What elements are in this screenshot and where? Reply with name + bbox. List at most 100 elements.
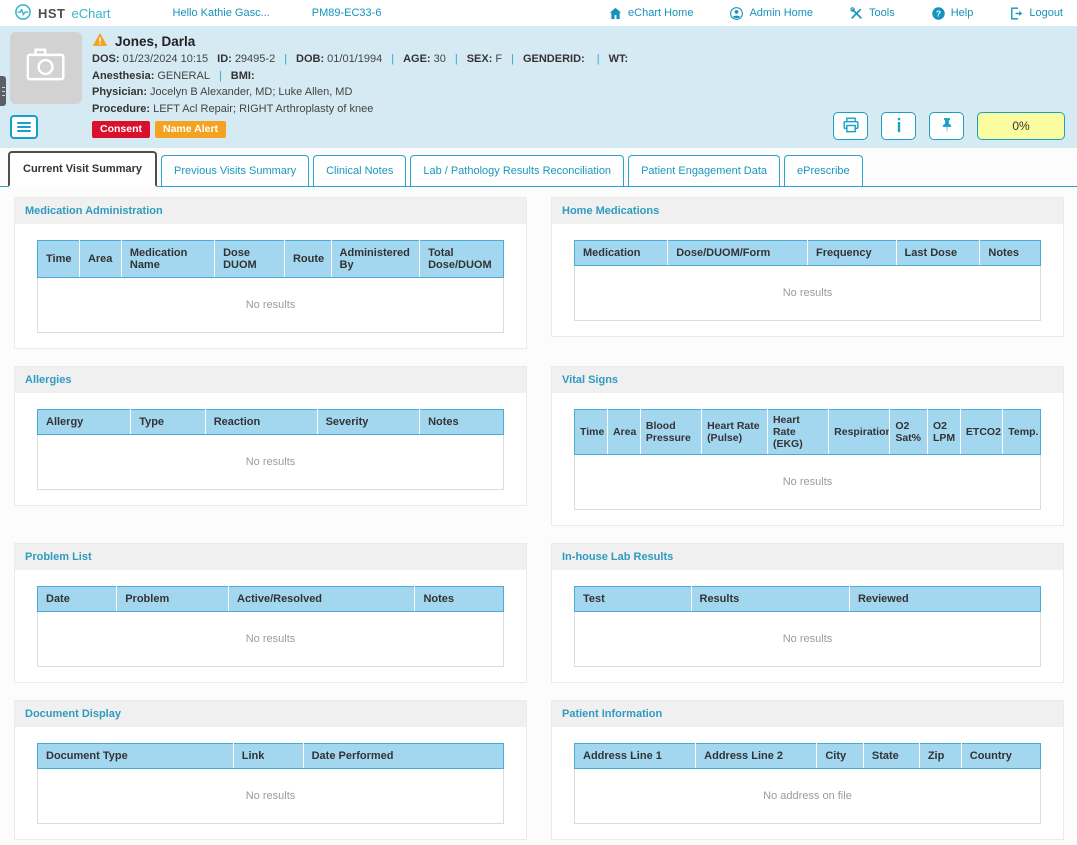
panel-problem-list: Problem List DateProblemActive/ResolvedNo… [14, 543, 527, 683]
panel-title-problem-list: Problem List [15, 544, 526, 570]
panel-document-display: Document DisplayDocument TypeLinkDate Pe… [14, 700, 527, 840]
column-header-address-line-2: Address Line 2 [696, 744, 817, 769]
empty-row: No results [38, 769, 504, 824]
info-button[interactable] [881, 112, 916, 140]
warning-triangle-icon[interactable] [92, 32, 108, 50]
physician-value: Jocelyn B Alexander, MD; Luke Allen, MD [150, 86, 352, 98]
nav-logout-label: Logout [1029, 7, 1063, 19]
table-header-row: DateProblemActive/ResolvedNotes [38, 587, 504, 612]
field-value: GENERAL [157, 70, 210, 82]
tab-current-visit-summary[interactable]: Current Visit Summary [8, 151, 157, 187]
empty-message: No results [38, 612, 504, 667]
empty-row: No results [38, 278, 504, 333]
field-label: DOS: [92, 53, 120, 65]
field-anesthesia: Anesthesia:GENERAL [92, 70, 210, 82]
nav-echart-home-label: eChart Home [628, 7, 693, 19]
top-navigation: eChart Home Admin Home To [608, 6, 1063, 21]
table-in-house-lab-results: TestResultsReviewedNo results [574, 586, 1041, 667]
column-header-route: Route [284, 241, 331, 278]
table-patient-information: Address Line 1Address Line 2CityStateZip… [574, 743, 1041, 824]
camera-icon [18, 41, 74, 96]
table-header-row: TimeAreaBlood PressureHeart Rate (Pulse)… [575, 410, 1041, 455]
nav-echart-home[interactable]: eChart Home [608, 6, 693, 21]
tab-clinical-notes[interactable]: Clinical Notes [313, 155, 406, 186]
column-header-country: Country [961, 744, 1040, 769]
nav-tools[interactable]: Tools [849, 6, 895, 21]
user-greeting-link[interactable]: Hello Kathie Gasc... [173, 7, 270, 19]
column-header-heart-rate-ekg: Heart Rate (EKG) [767, 410, 828, 455]
empty-message: No results [575, 266, 1041, 321]
field-label: ID: [217, 53, 232, 65]
panel-in-house-lab-results: In-house Lab ResultsTestResultsReviewedN… [551, 543, 1064, 683]
empty-row: No results [575, 612, 1041, 667]
column-header-medication: Medication [575, 241, 668, 266]
column-header-time: Time [38, 241, 80, 278]
field-value: F [495, 53, 502, 65]
column-header-notes: Notes [415, 587, 504, 612]
field-value: 29495-2 [235, 53, 275, 65]
column-header-medication-name: Medication Name [121, 241, 214, 278]
tools-icon [849, 6, 864, 21]
name-alert-badge[interactable]: Name Alert [155, 121, 226, 138]
print-button[interactable] [833, 112, 868, 140]
table-problem-list: DateProblemActive/ResolvedNotesNo result… [37, 586, 504, 667]
column-header-date: Date [38, 587, 117, 612]
column-header-o2-lpm: O2 LPM [927, 410, 960, 455]
brand-echart: eChart [72, 6, 111, 21]
nav-help-label: Help [951, 7, 974, 19]
tab-eprescribe[interactable]: ePrescribe [784, 155, 863, 186]
summary-panels-grid: Medication AdministrationTimeAreaMedicat… [14, 197, 1064, 840]
field-label: WT: [609, 53, 629, 65]
field-label: SEX: [467, 53, 493, 65]
table-header-row: TimeAreaMedication NameDose DUOMRouteAdm… [38, 241, 504, 278]
column-header-city: City [817, 744, 864, 769]
table-document-display: Document TypeLinkDate PerformedNo result… [37, 743, 504, 824]
nav-help[interactable]: ? Help [931, 6, 974, 21]
station-id-link[interactable]: PM89-EC33-6 [312, 7, 382, 19]
empty-row: No address on file [575, 769, 1041, 824]
printer-icon [841, 115, 861, 138]
column-header-active-resolved: Active/Resolved [229, 587, 415, 612]
column-header-area: Area [607, 410, 640, 455]
menu-hamburger-button[interactable] [10, 115, 38, 139]
info-icon [889, 115, 909, 138]
pushpin-icon [938, 116, 956, 137]
pulse-logo-icon [14, 3, 32, 24]
field-label: AGE: [403, 53, 431, 65]
column-header-problem: Problem [117, 587, 229, 612]
nav-logout[interactable]: Logout [1009, 6, 1063, 21]
tab-lab-pathology-results-reconciliation[interactable]: Lab / Pathology Results Reconciliation [410, 155, 624, 186]
chart-progress-badge[interactable]: 0% [977, 112, 1065, 140]
column-header-heart-rate-pulse: Heart Rate (Pulse) [702, 410, 768, 455]
field-bmi: BMI: [231, 70, 258, 82]
field-value: 01/01/1994 [327, 53, 382, 65]
patient-photo-placeholder[interactable] [10, 32, 82, 104]
nav-admin-home[interactable]: Admin Home [729, 6, 813, 21]
empty-message: No results [38, 769, 504, 824]
table-allergies: AllergyTypeReactionSeverityNotesNo resul… [37, 409, 504, 490]
empty-row: No results [575, 455, 1041, 510]
column-header-dose-duom: Dose DUOM [215, 241, 285, 278]
left-drawer-grip[interactable] [0, 76, 6, 106]
column-header-zip: Zip [919, 744, 961, 769]
help-icon: ? [931, 6, 946, 21]
empty-message: No results [575, 455, 1041, 510]
table-header-row: AllergyTypeReactionSeverityNotes [38, 410, 504, 435]
tab-previous-visits-summary[interactable]: Previous Visits Summary [161, 155, 309, 186]
pin-button[interactable] [929, 112, 964, 140]
panel-title-patient-information: Patient Information [552, 701, 1063, 727]
table-medication-administration: TimeAreaMedication NameDose DUOMRouteAdm… [37, 240, 504, 333]
field-separator: | [455, 53, 458, 65]
column-header-total-dose-duom: Total Dose/DUOM [420, 241, 504, 278]
consent-badge[interactable]: Consent [92, 121, 150, 138]
field-separator: | [511, 53, 514, 65]
brand-hst: HST [38, 6, 66, 21]
column-header-last-dose: Last Dose [896, 241, 980, 266]
column-header-etco2: ETCO2 [960, 410, 1002, 455]
column-header-notes: Notes [420, 410, 504, 435]
column-header-allergy: Allergy [38, 410, 131, 435]
panel-title-vital-signs: Vital Signs [552, 367, 1063, 393]
tab-patient-engagement-data[interactable]: Patient Engagement Data [628, 155, 780, 186]
svg-text:?: ? [936, 8, 941, 18]
column-header-link: Link [233, 744, 303, 769]
